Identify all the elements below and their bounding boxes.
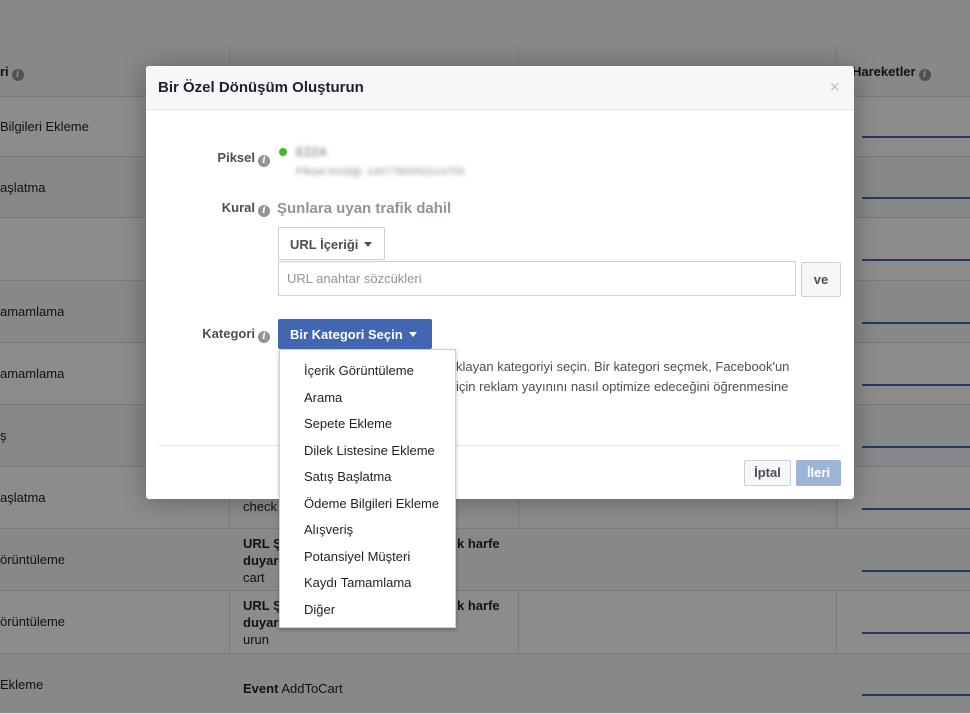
menu-item-lead[interactable]: Potansiyel Müşteri (280, 544, 455, 571)
url-dropdown-label: URL İçeriği (290, 237, 359, 252)
menu-item-view-content[interactable]: İçerik Görüntüleme (280, 358, 455, 385)
info-icon[interactable]: i (258, 331, 270, 343)
category-label: Kategori i (166, 326, 270, 343)
info-icon[interactable]: i (258, 205, 270, 217)
menu-item-add-to-wishlist[interactable]: Dilek Listesine Ekleme (280, 438, 455, 465)
category-dropdown-menu: İçerik Görüntüleme Arama Sepete Ekleme D… (279, 349, 456, 628)
menu-item-complete-registration[interactable]: Kaydı Tamamlama (280, 570, 455, 597)
category-description: klayan kategoriyi seçin. Bir kategori se… (456, 359, 790, 394)
dialog-title: Bir Özel Dönüşüm Oluşturun (158, 79, 364, 96)
next-button[interactable]: İleri (796, 460, 841, 486)
create-custom-conversion-dialog: Bir Özel Dönüşüm Oluşturun × Piksel i EZZ… (146, 66, 854, 499)
and-button[interactable]: ve (801, 262, 841, 297)
caret-down-icon (364, 242, 373, 247)
pixel-name: EZZA (296, 145, 328, 159)
category-button-label: Bir Kategori Seçin (290, 327, 403, 342)
menu-item-search[interactable]: Arama (280, 385, 455, 412)
rule-label: Kural i (186, 200, 270, 217)
pixel-label: Piksel i (186, 150, 270, 167)
cancel-button[interactable]: İptal (744, 460, 791, 486)
info-icon[interactable]: i (258, 155, 270, 167)
menu-item-other[interactable]: Diğer (280, 597, 455, 624)
select-category-button[interactable]: Bir Kategori Seçin (278, 319, 432, 349)
menu-item-purchase[interactable]: Alışveriş (280, 517, 455, 544)
dialog-footer-divider (158, 445, 840, 446)
pixel-status-icon (279, 148, 287, 156)
menu-item-add-to-cart[interactable]: Sepete Ekleme (280, 411, 455, 438)
url-contains-dropdown[interactable]: URL İçeriği (278, 227, 385, 260)
pixel-id: Piksel Kimliği: 1407780092014755 (296, 166, 465, 178)
menu-item-add-payment-info[interactable]: Ödeme Bilgileri Ekleme (280, 491, 455, 518)
close-icon[interactable]: × (829, 77, 840, 98)
menu-item-initiate-checkout[interactable]: Satış Başlatma (280, 464, 455, 491)
rule-text: Şunlara uyan trafik dahil (277, 200, 452, 217)
url-keywords-input[interactable] (278, 261, 796, 296)
caret-down-icon (408, 332, 417, 337)
dialog-header: Bir Özel Dönüşüm Oluşturun × (146, 66, 854, 110)
